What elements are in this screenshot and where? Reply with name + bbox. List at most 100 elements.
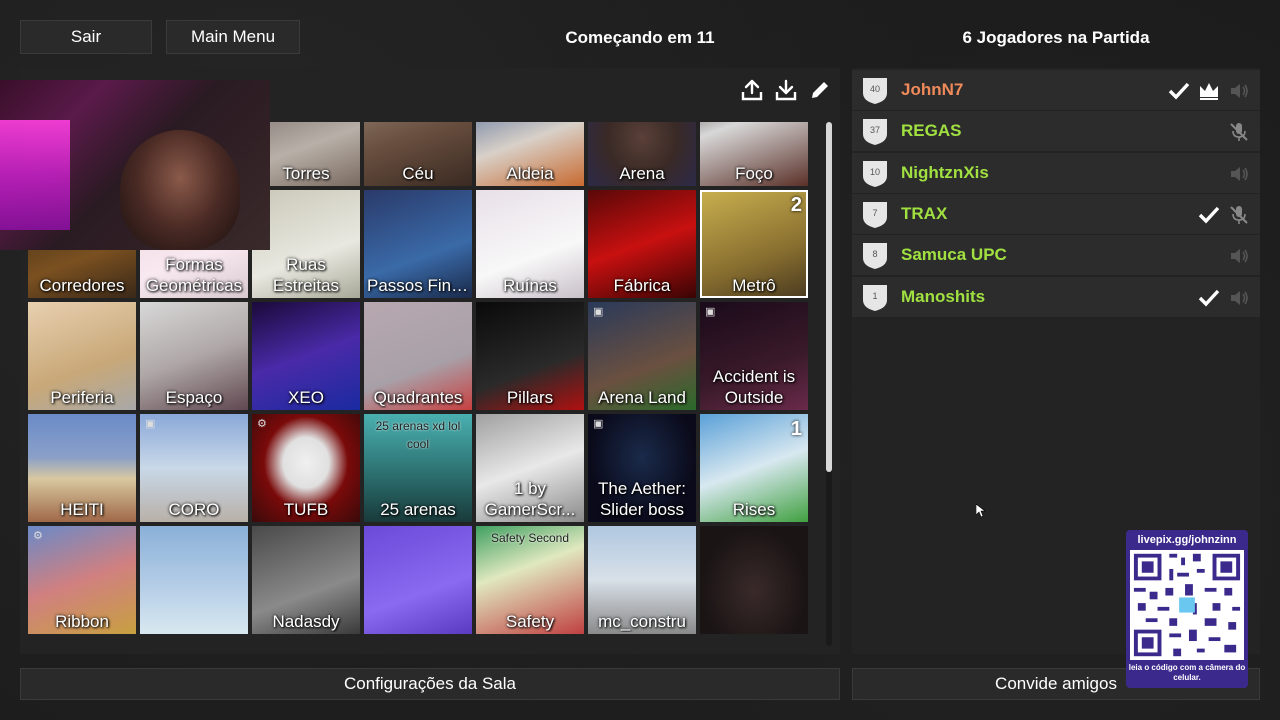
room-settings-button[interactable]: Configurações da Sala bbox=[20, 668, 840, 700]
main-menu-button[interactable]: Main Menu bbox=[166, 20, 300, 54]
map-tile-label: HEITI bbox=[60, 500, 104, 519]
map-tile-label: Ruínas bbox=[503, 276, 557, 295]
map-tile[interactable] bbox=[140, 526, 248, 634]
map-tile[interactable]: Passos Finos bbox=[364, 190, 472, 298]
map-toolbar bbox=[740, 78, 832, 102]
map-tile-label: 25 arenas bbox=[380, 500, 456, 519]
level-badge-icon: 8 bbox=[863, 243, 887, 270]
player-name: NightznXis bbox=[901, 162, 989, 182]
map-tile[interactable]: 25 arenas xd lol cool 25 arenas bbox=[364, 414, 472, 522]
webcam-pc-glow bbox=[0, 120, 70, 230]
speaker-icon[interactable] bbox=[1228, 245, 1250, 267]
map-tile-label: Arena bbox=[619, 164, 665, 183]
map-tile-label: Corredores bbox=[39, 276, 125, 295]
map-tile[interactable]: ▣ The Aether: Slider boss bbox=[588, 414, 696, 522]
download-icon[interactable] bbox=[774, 78, 798, 102]
map-tile[interactable]: mc_constru bbox=[588, 526, 696, 634]
svg-text:10: 10 bbox=[870, 167, 880, 177]
qr-title: livepix.gg/johnzinn bbox=[1137, 534, 1237, 546]
map-tile[interactable]: Ruínas bbox=[476, 190, 584, 298]
host-crown-icon bbox=[1200, 83, 1218, 100]
svg-text:37: 37 bbox=[870, 125, 880, 135]
map-tile-label: Metrô bbox=[732, 276, 776, 295]
map-tile[interactable]: HEITI bbox=[28, 414, 136, 522]
map-tile[interactable]: 1 Rises bbox=[700, 414, 808, 522]
settings-small-icon: ⚙ bbox=[257, 418, 267, 430]
player-row[interactable]: 1 Manoshits bbox=[852, 276, 1260, 317]
map-tile[interactable]: Arena bbox=[588, 122, 696, 186]
level-badge-icon: 37 bbox=[863, 119, 887, 146]
map-tile[interactable]: ▣ Arena Land bbox=[588, 302, 696, 410]
map-tile-label: TUFB bbox=[283, 500, 329, 519]
map-type-icon: ▣ bbox=[593, 306, 604, 318]
map-tile[interactable]: XEO bbox=[252, 302, 360, 410]
map-tile[interactable]: ▣ Accident is Outside bbox=[700, 302, 808, 410]
map-tile[interactable]: Céu bbox=[364, 122, 472, 186]
players-count-text: 6 Jogadores na Partida bbox=[962, 28, 1150, 47]
map-tile[interactable]: 1 by GamerScr... bbox=[476, 414, 584, 522]
map-tile[interactable]: 2 Metrô bbox=[700, 190, 808, 298]
ready-check-icon bbox=[1198, 206, 1220, 224]
map-tile-label: Passos Finos bbox=[367, 276, 470, 295]
map-tile-label: Pillars bbox=[506, 388, 554, 407]
scrollbar-thumb[interactable] bbox=[826, 122, 832, 472]
map-tile[interactable]: Espaço bbox=[140, 302, 248, 410]
map-tile[interactable]: ⚙ Ribbon bbox=[28, 526, 136, 634]
edit-icon[interactable] bbox=[808, 78, 832, 102]
map-tile-label: Formas Geométricas bbox=[145, 255, 243, 295]
map-tile-label: Accident is Outside bbox=[712, 367, 796, 407]
player-name: TRAX bbox=[901, 203, 948, 223]
map-tile[interactable]: ▣ CORO bbox=[140, 414, 248, 522]
player-row[interactable]: 37 REGAS bbox=[852, 111, 1260, 152]
map-tile[interactable] bbox=[700, 526, 808, 634]
map-tile[interactable]: Periferia bbox=[28, 302, 136, 410]
map-tile-label: CORO bbox=[168, 500, 220, 519]
speaker-icon[interactable] bbox=[1228, 163, 1250, 185]
map-tile[interactable]: Pillars bbox=[476, 302, 584, 410]
player-row[interactable]: 40 JohnN7 bbox=[852, 70, 1260, 110]
map-tile-label: Rises bbox=[732, 500, 776, 519]
speaker-icon[interactable] bbox=[1228, 287, 1250, 309]
map-tile[interactable]: Safety Second Safety bbox=[476, 526, 584, 634]
map-tile-label: Arena Land bbox=[598, 388, 686, 407]
map-tile-label: Aldeia bbox=[506, 164, 554, 183]
map-tile[interactable]: ⚙ TUFB bbox=[252, 414, 360, 522]
countdown-text: Começando em 11 bbox=[565, 28, 715, 47]
map-tile[interactable]: Fábrica bbox=[588, 190, 696, 298]
mic-muted-icon[interactable] bbox=[1228, 204, 1250, 226]
map-tile[interactable]: Aldeia bbox=[476, 122, 584, 186]
ready-check-icon bbox=[1168, 82, 1190, 100]
map-tile-banner: Safety Second bbox=[490, 531, 570, 545]
map-type-icon: ▣ bbox=[145, 418, 156, 430]
speaker-icon[interactable] bbox=[1228, 80, 1250, 102]
map-tile-label: Foço bbox=[735, 164, 773, 183]
qr-code bbox=[1130, 550, 1244, 660]
svg-text:7: 7 bbox=[872, 208, 877, 218]
map-tile-banner: 25 arenas xd lol cool bbox=[375, 419, 461, 451]
svg-text:8: 8 bbox=[872, 249, 877, 259]
player-name: Samuca UPC bbox=[901, 245, 1007, 265]
map-tile-label: Céu bbox=[402, 164, 434, 183]
map-type-icon: ▣ bbox=[705, 306, 716, 318]
player-row[interactable]: 7 TRAX bbox=[852, 193, 1260, 234]
qr-subtitle: leia o código com a câmera do celular. bbox=[1128, 663, 1246, 682]
vote-count: 2 bbox=[790, 194, 802, 216]
map-tile-label: Espaço bbox=[165, 388, 223, 407]
map-tile-label: Ruas Estreitas bbox=[272, 255, 340, 295]
exit-button[interactable]: Sair bbox=[20, 20, 152, 54]
map-tile-label: Ribbon bbox=[55, 612, 109, 631]
level-badge-icon: 1 bbox=[863, 284, 887, 311]
livepix-qr-overlay: livepix.gg/johnzinn leia o código com a … bbox=[1126, 530, 1248, 688]
webcam-person bbox=[120, 130, 240, 250]
player-row[interactable]: 8 Samuca UPC bbox=[852, 235, 1260, 276]
map-tile[interactable] bbox=[364, 526, 472, 634]
upload-icon[interactable] bbox=[740, 78, 764, 102]
mic-muted-icon[interactable] bbox=[1228, 121, 1250, 143]
map-tile[interactable]: Foço bbox=[700, 122, 808, 186]
map-tile[interactable]: Quadrantes bbox=[364, 302, 472, 410]
map-scrollbar[interactable] bbox=[826, 122, 832, 646]
player-row[interactable]: 10 NightznXis bbox=[852, 152, 1260, 193]
map-tile[interactable]: Nadasdy bbox=[252, 526, 360, 634]
map-tile-label: Nadasdy bbox=[272, 612, 340, 631]
vote-count: 1 bbox=[790, 418, 802, 440]
